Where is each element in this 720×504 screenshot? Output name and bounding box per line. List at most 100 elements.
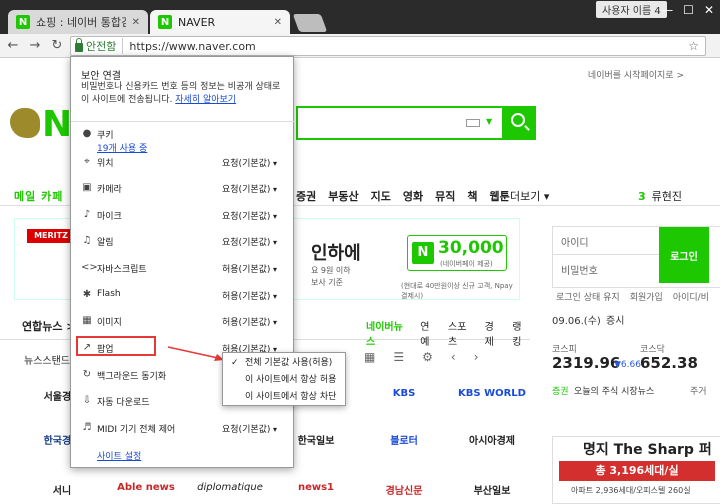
password-field[interactable]: 비밀번호 <box>553 255 659 283</box>
download-icon: ⇩ <box>82 395 92 406</box>
press-logo[interactable]: 서니 <box>22 482 102 497</box>
permission-select[interactable]: 요청(기본값) <box>222 235 277 248</box>
site-settings-link[interactable]: 사이트 설정 <box>97 449 141 462</box>
prev-arrow-icon[interactable]: ‹ <box>451 350 456 364</box>
permission-microphone[interactable]: ♪ 마이크 요청(기본값) <box>81 208 287 224</box>
permission-name: MIDI 기기 전체 제어 <box>97 425 176 435</box>
press-logo[interactable]: 아시아경제 <box>452 432 532 447</box>
search-button[interactable] <box>502 106 536 140</box>
tab-shopping[interactable]: N 쇼핑 : 네이버 통합검색 ✕ <box>8 10 148 34</box>
close-window-icon[interactable]: ✕ <box>704 3 714 17</box>
menu-item[interactable]: 책 <box>467 188 477 204</box>
menu-item[interactable]: 뮤직 <box>435 188 455 204</box>
permission-notifications[interactable]: ♫ 알림 요청(기본값) <box>81 234 287 250</box>
permission-images[interactable]: ▦ 이미지 허용(기본값) <box>81 314 287 330</box>
login-button[interactable]: 로그인 <box>659 227 709 283</box>
news-tab[interactable]: 경제 <box>485 318 503 348</box>
permission-midi[interactable]: ♬ MIDI 기기 전체 제어 요청(기본값) <box>81 421 287 437</box>
dropdown-option-block[interactable]: 이 사이트에서 항상 차단 <box>223 389 347 405</box>
next-arrow-icon[interactable]: › <box>474 350 479 364</box>
dropdown-option-default[interactable]: ✓ 전체 기본값 사용(허용) <box>223 355 347 371</box>
naver-logo[interactable]: N <box>10 104 76 148</box>
ad-headline: 인하에 <box>311 243 361 264</box>
menu-item[interactable]: 지도 <box>371 188 391 204</box>
title-bar: N 쇼핑 : 네이버 통합검색 ✕ N NAVER ✕ 사용자 이름 4 — ☐… <box>0 0 720 34</box>
apartment-ad[interactable]: 명지 The Sharp 퍼스트힐 총 3,196세대/실 아파트 2,936세… <box>552 436 720 504</box>
keep-login-checkbox[interactable]: 로그인 상태 유지 <box>556 290 620 303</box>
url-text[interactable]: https://www.naver.com <box>129 40 255 53</box>
ranking-word: 류현진 <box>651 190 683 203</box>
permission-name: 알림 <box>97 238 114 248</box>
new-tab-button[interactable] <box>292 14 328 32</box>
stock-news-text[interactable]: 오늘의 주식 시장뉴스 <box>574 384 654 397</box>
ad-line: 요 9원 이하 <box>311 266 351 275</box>
permission-select[interactable]: 요청(기본값) <box>222 209 277 222</box>
menu-item[interactable]: 부동산 <box>328 188 358 204</box>
find-id-link[interactable]: 아이디/비 <box>673 290 709 303</box>
permission-flash[interactable]: ✱ Flash 허용(기본값) <box>81 288 287 304</box>
permission-select[interactable]: 허용(기본값) <box>222 262 277 275</box>
press-logo[interactable]: Able news <box>106 482 186 493</box>
news-tab[interactable]: 스포츠 <box>448 318 475 348</box>
close-tab-icon[interactable]: ✕ <box>274 17 282 28</box>
stock-news-tag[interactable]: 증권 <box>552 384 569 397</box>
permission-select[interactable]: 허용(기본값) <box>222 315 277 328</box>
dropdown-option-allow[interactable]: 이 사이트에서 항상 허용 <box>223 372 347 388</box>
press-logo[interactable]: diplomatique <box>190 482 270 493</box>
minimize-icon[interactable]: — <box>661 3 673 17</box>
reload-icon[interactable]: ↻ <box>48 38 66 53</box>
set-homepage-link[interactable]: 네이버를 시작페이지로 > <box>588 68 684 81</box>
forward-icon[interactable]: → <box>26 38 44 53</box>
press-logo[interactable]: 블로터 <box>364 432 444 447</box>
cookie-icon: ● <box>82 128 92 139</box>
menu-item[interactable]: 영화 <box>403 188 423 204</box>
maximize-icon[interactable]: ☐ <box>683 3 694 17</box>
permission-name: 이미지 <box>97 318 122 328</box>
signup-link[interactable]: 회원가입 <box>630 290 663 303</box>
news-tab[interactable]: 랭킹 <box>512 318 530 348</box>
press-logo[interactable]: KBS <box>364 388 444 399</box>
menu-mail-cafe[interactable]: 메일 카페 <box>14 188 63 204</box>
grid-view-icon[interactable]: ▦ <box>364 350 375 364</box>
address-bar[interactable]: 안전함 https://www.naver.com ☆ <box>70 36 706 56</box>
press-logo[interactable]: news1 <box>276 482 356 493</box>
close-tab-icon[interactable]: ✕ <box>132 17 140 28</box>
learn-more-link[interactable]: 자세히 알아보기 <box>175 95 236 105</box>
permission-location[interactable]: ⌖ 위치 요청(기본값) <box>81 155 287 171</box>
permission-select[interactable]: 요청(기본값) <box>222 422 277 435</box>
keyboard-icon[interactable] <box>466 119 480 127</box>
ranking-keyword[interactable]: 3 류현진 <box>638 188 682 204</box>
press-logo[interactable]: 부산일보 <box>452 482 532 497</box>
back-icon[interactable]: ← <box>4 38 22 53</box>
menu-item[interactable]: 웹툰 <box>490 188 510 204</box>
stock-more-button[interactable]: 주거 <box>690 384 707 397</box>
window-user-label[interactable]: 사용자 이름 4 <box>596 1 667 18</box>
news-tab[interactable]: 네이버뉴스 <box>366 318 410 348</box>
sync-icon: ↻ <box>82 369 92 380</box>
tab-naver[interactable]: N NAVER ✕ <box>150 10 290 34</box>
bookmark-star-icon[interactable]: ☆ <box>688 39 699 53</box>
press-logo[interactable]: KBS WORLD <box>452 388 532 399</box>
login-options: 로그인 상태 유지 회원가입 아이디/비 <box>556 290 709 303</box>
settings-gear-icon[interactable]: ⚙ <box>422 350 433 364</box>
id-field[interactable]: 아이디 <box>553 227 659 255</box>
permission-select[interactable]: 요청(기본값) <box>222 182 277 195</box>
permission-select[interactable]: 허용(기본값) <box>222 289 277 302</box>
chevron-down-icon[interactable]: ▼ <box>486 117 492 126</box>
menu-item[interactable]: 증권 <box>296 188 316 204</box>
secure-label: 안전함 <box>86 40 117 53</box>
news-source-link[interactable]: 연합뉴스 > <box>22 318 76 334</box>
site-info-button[interactable]: 안전함 <box>75 38 124 54</box>
permission-select[interactable]: 요청(기본값) <box>222 156 277 169</box>
permission-javascript[interactable]: <> 자바스크립트 허용(기본값) <box>81 261 287 277</box>
location-icon: ⌖ <box>84 156 90 167</box>
list-view-icon[interactable]: ☰ <box>393 350 404 364</box>
permission-camera[interactable]: ▣ 카메라 요청(기본값) <box>81 181 287 197</box>
news-tab[interactable]: 연예 <box>420 318 438 348</box>
popup-title: 보안 연결 <box>81 71 121 82</box>
press-logo[interactable]: 경남신문 <box>364 482 444 497</box>
cookie-count-link[interactable]: 19개 사용 중 <box>97 141 147 154</box>
menu-more-button[interactable]: 더보기 ▾ <box>510 188 549 204</box>
kospi-change: ▼6.66 <box>614 360 641 370</box>
ad-line: 보사 기준 <box>311 278 343 287</box>
